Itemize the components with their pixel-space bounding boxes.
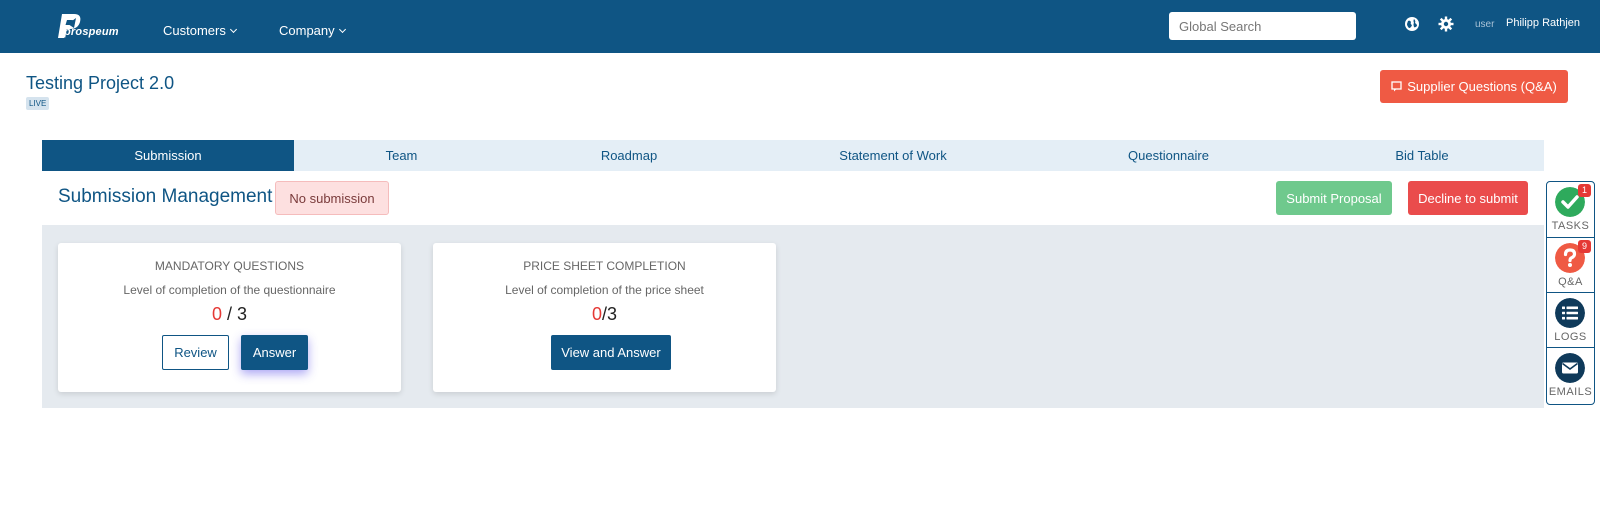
rail-label: LOGS: [1554, 331, 1587, 343]
completion-count: 0 / 3: [58, 304, 401, 325]
rail-logs[interactable]: LOGS: [1547, 292, 1594, 347]
tab-bid-table[interactable]: Bid Table: [1300, 140, 1544, 171]
supplier-questions-label: Supplier Questions (Q&A): [1407, 79, 1557, 94]
view-and-answer-button[interactable]: View and Answer: [551, 335, 671, 370]
submission-status-badge: No submission: [275, 181, 389, 215]
list-circle-icon: [1555, 298, 1585, 328]
rail-qa[interactable]: 9 Q&A: [1547, 237, 1594, 292]
completion-count: 0/3: [433, 304, 776, 325]
nav-customers-menu[interactable]: Customers: [163, 23, 237, 38]
submit-proposal-button[interactable]: Submit Proposal: [1276, 181, 1392, 215]
rail-label: EMAILS: [1548, 386, 1593, 398]
card-title: Price Sheet Completion: [523, 259, 686, 273]
rail-label: TASKS: [1551, 220, 1590, 232]
completed-count: 0: [591, 304, 602, 324]
tab-statement-of-work[interactable]: Statement of Work: [749, 140, 1037, 171]
tasks-count-badge: 1: [1578, 184, 1591, 197]
project-status-badge: LIVE: [26, 97, 50, 110]
tab-submission[interactable]: Submission: [42, 140, 294, 171]
global-search-input[interactable]: [1169, 12, 1356, 40]
answer-button[interactable]: Answer: [241, 335, 308, 370]
supplier-questions-button[interactable]: Supplier Questions (Q&A): [1380, 70, 1568, 103]
envelope-circle-icon: [1555, 353, 1585, 383]
logo-wordmark: prospeum: [64, 26, 119, 38]
qa-count-badge: 9: [1578, 240, 1591, 253]
tab-team[interactable]: Team: [294, 140, 509, 171]
project-title: Testing Project 2.0: [26, 73, 175, 93]
comment-icon: [1391, 81, 1402, 92]
total-count: 3: [237, 304, 248, 324]
submission-management-title: Submission Management: [58, 186, 273, 207]
rail-emails[interactable]: EMAILS: [1547, 347, 1594, 402]
price-sheet-completion-card: Price Sheet Completion Level of completi…: [433, 243, 776, 392]
top-navbar: prospeum Customers Company user Philipp …: [0, 0, 1600, 53]
review-button[interactable]: Review: [162, 335, 229, 370]
gear-icon[interactable]: [1438, 16, 1454, 32]
project-tabs: Submission Team Roadmap Statement of Wor…: [42, 140, 1544, 171]
tab-questionnaire[interactable]: Questionnaire: [1037, 140, 1300, 171]
chevron-down-icon: [338, 25, 346, 34]
nav-customers-label: Customers: [163, 23, 226, 38]
decline-to-submit-button[interactable]: Decline to submit: [1408, 181, 1528, 215]
right-action-rail: 1 TASKS 9 Q&A LOGS EMAILS: [1546, 181, 1595, 405]
user-name-link[interactable]: Philipp Rathjen: [1506, 17, 1580, 29]
mandatory-questions-card: Mandatory Questions Level of completion …: [58, 243, 401, 392]
rail-label: Q&A: [1558, 276, 1583, 288]
card-subtitle: Level of completion of the questionnaire: [123, 283, 336, 297]
user-role-label: user: [1475, 19, 1495, 30]
globe-icon[interactable]: [1404, 16, 1420, 32]
chevron-down-icon: [229, 25, 237, 34]
tab-roadmap[interactable]: Roadmap: [509, 140, 749, 171]
completed-count: 0: [211, 304, 222, 324]
total-count: 3: [607, 304, 618, 324]
rail-tasks[interactable]: 1 TASKS: [1547, 182, 1594, 237]
card-subtitle: Level of completion of the price sheet: [505, 283, 704, 297]
nav-company-menu[interactable]: Company: [279, 23, 346, 38]
count-separator: /: [221, 304, 237, 324]
nav-company-label: Company: [279, 23, 335, 38]
card-title: Mandatory Questions: [154, 259, 305, 273]
